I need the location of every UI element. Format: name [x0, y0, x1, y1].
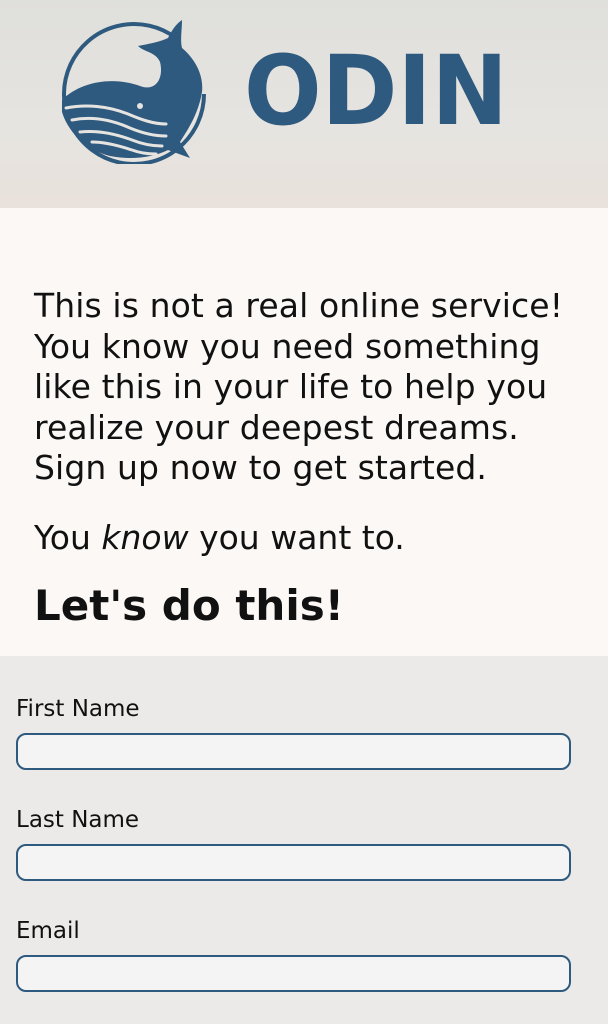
last-name-input[interactable]	[16, 844, 571, 881]
signup-form: First Name Last Name Email	[0, 656, 608, 1024]
tagline-prefix: You	[34, 518, 102, 557]
tagline-emphasis: know	[101, 518, 189, 557]
whale-icon	[62, 20, 206, 164]
intro-section: This is not a real online service! You k…	[0, 208, 608, 656]
last-name-label: Last Name	[16, 807, 140, 833]
site-header: ODIN	[0, 0, 608, 208]
intro-tagline: You know you want to.	[34, 518, 574, 558]
brand-wordmark: ODIN	[244, 48, 508, 132]
cta-heading: Let's do this!	[34, 581, 344, 630]
first-name-label: First Name	[16, 696, 140, 722]
email-label: Email	[16, 918, 80, 944]
intro-paragraph: This is not a real online service! You k…	[34, 286, 564, 487]
first-name-input[interactable]	[16, 733, 571, 770]
email-input[interactable]	[16, 955, 571, 992]
tagline-suffix: you want to.	[188, 518, 405, 557]
svg-text:ODIN: ODIN	[244, 48, 508, 132]
